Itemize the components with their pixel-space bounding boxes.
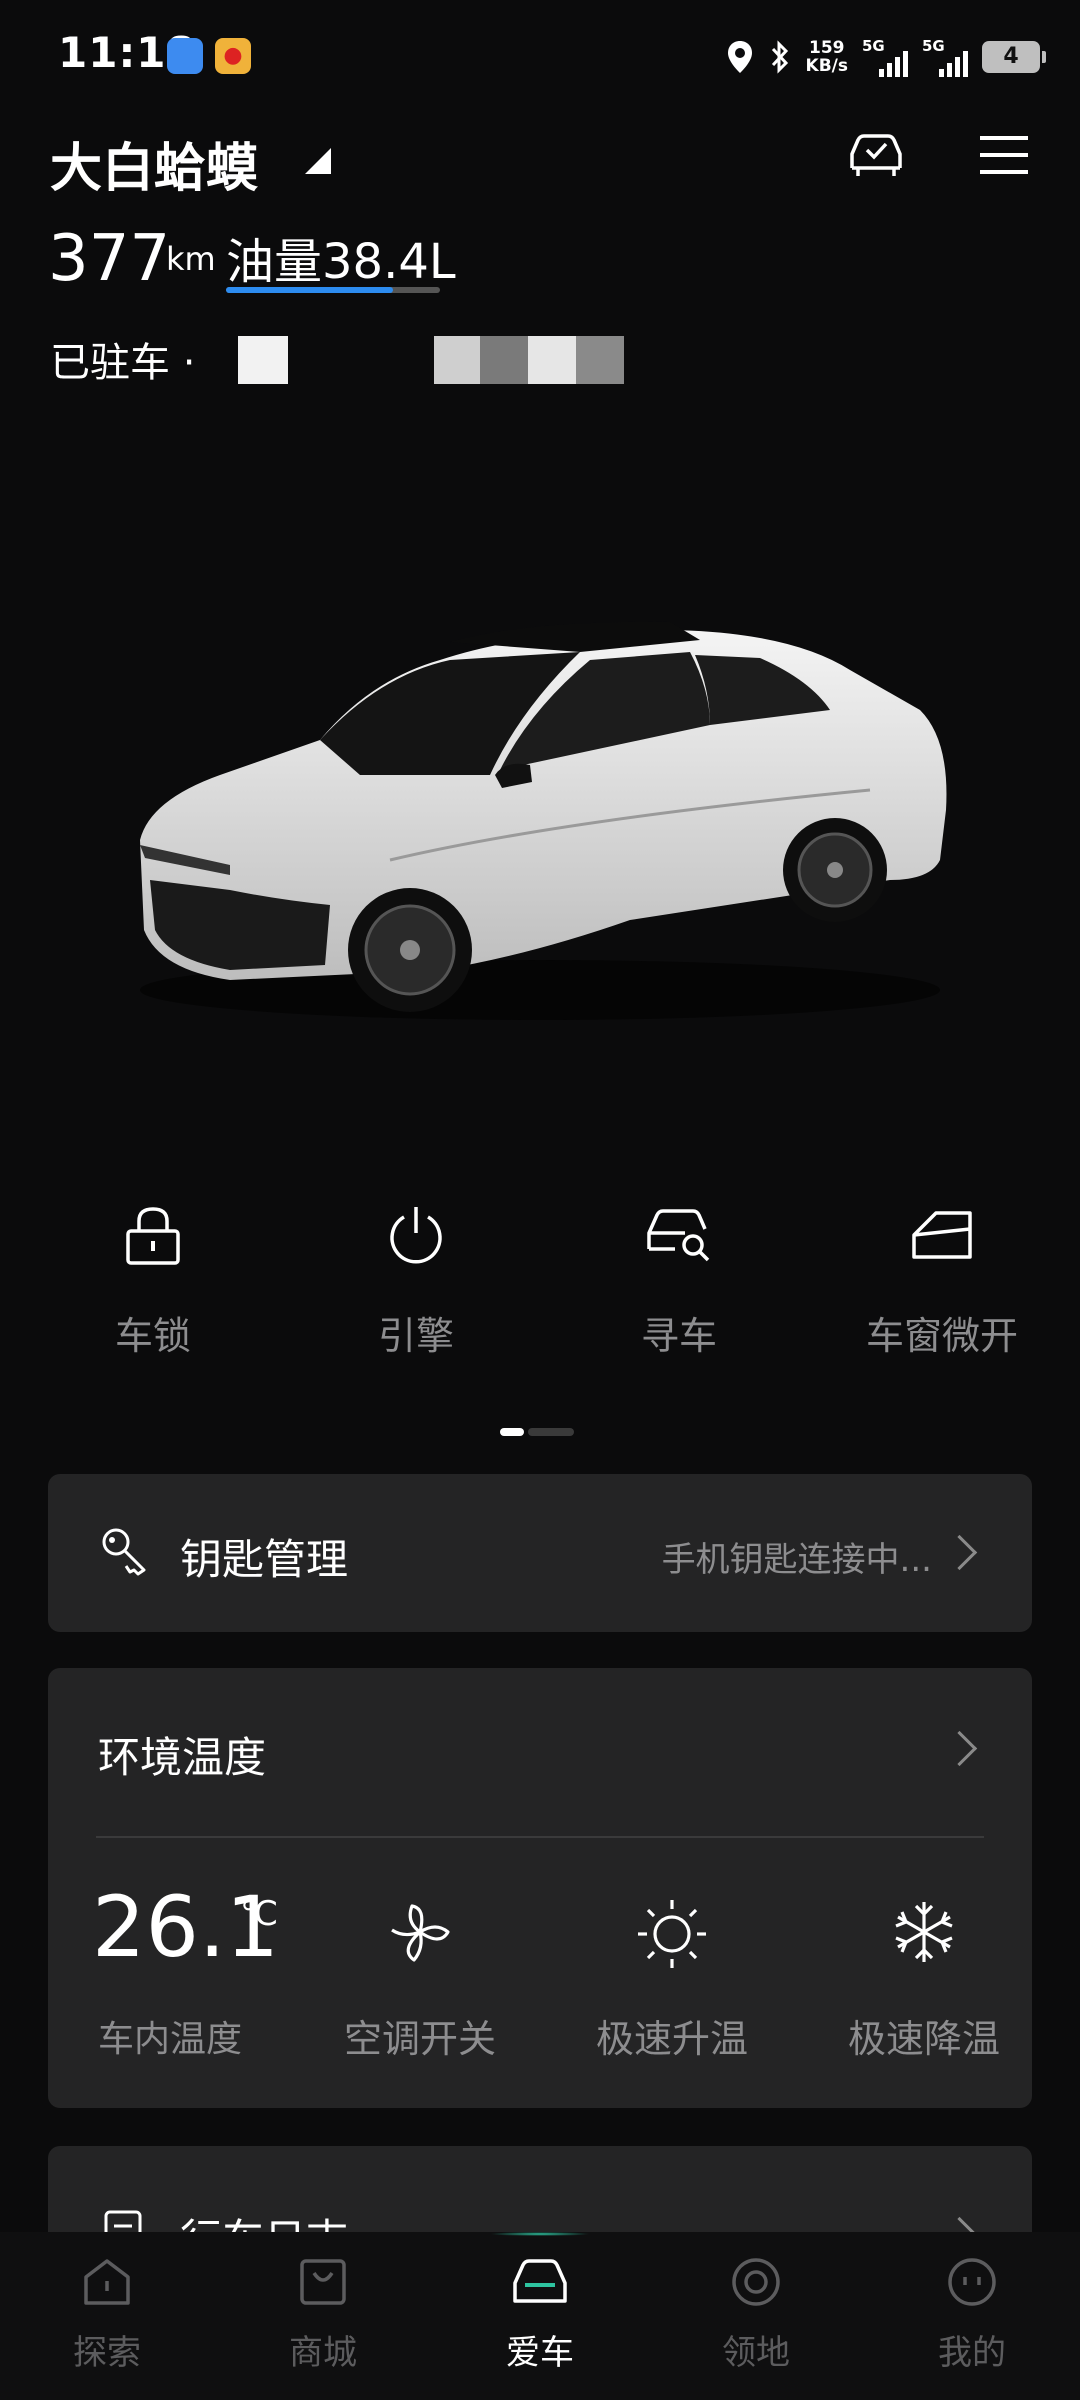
redacted-location bbox=[480, 336, 528, 384]
car-image bbox=[140, 621, 947, 1020]
key-icon bbox=[102, 1528, 146, 1576]
window-icon bbox=[912, 1211, 972, 1259]
action-label: 引擎 bbox=[377, 1314, 454, 1358]
temp-unit: ℃ bbox=[240, 1894, 279, 1934]
page-indicator bbox=[500, 1428, 574, 1436]
power-icon bbox=[390, 1207, 442, 1264]
active-glow bbox=[490, 2232, 590, 2236]
explore-icon bbox=[84, 2259, 130, 2305]
bluetooth-icon bbox=[771, 40, 788, 74]
signal-1: 5G bbox=[862, 37, 908, 77]
lock-icon bbox=[126, 1207, 180, 1265]
signal-bars-icon bbox=[939, 51, 968, 77]
weibo-icon: ● bbox=[215, 38, 251, 74]
range-value: 377 bbox=[48, 222, 171, 296]
profile-icon bbox=[948, 2258, 996, 2306]
signal-2: 5G bbox=[922, 37, 968, 77]
action-lock[interactable]: 车锁 bbox=[53, 1195, 253, 1360]
nav-explore[interactable]: 探索 bbox=[32, 2255, 182, 2374]
quick-heat[interactable] bbox=[572, 1898, 772, 1974]
shop-icon bbox=[300, 2259, 346, 2305]
quick-cool-label: 极速降温 bbox=[847, 2017, 1000, 2061]
action-engine[interactable]: 引擎 bbox=[316, 1195, 516, 1360]
menu-icon[interactable] bbox=[980, 134, 1028, 176]
signal-bars-icon bbox=[879, 51, 908, 77]
notification-app-icon bbox=[167, 38, 203, 74]
fan-icon bbox=[391, 1904, 450, 1962]
network-speed: 159 KB/s bbox=[806, 39, 848, 75]
key-management-card[interactable]: 钥匙管理 手机钥匙连接中... bbox=[48, 1474, 1032, 1632]
sun-icon bbox=[638, 1900, 706, 1968]
quick-cool[interactable] bbox=[824, 1898, 1024, 1970]
action-label: 车窗微开 bbox=[865, 1314, 1018, 1358]
ac-toggle[interactable] bbox=[320, 1898, 520, 1970]
redacted-location bbox=[288, 336, 434, 384]
redacted-location bbox=[238, 336, 288, 384]
battery-indicator: 4 bbox=[982, 41, 1046, 73]
chevron-right-icon[interactable] bbox=[941, 1730, 978, 1767]
car-icon bbox=[513, 2259, 567, 2303]
action-label: 车锁 bbox=[114, 1314, 191, 1358]
nav-label: 领地 bbox=[722, 2333, 790, 2373]
divider bbox=[96, 1836, 984, 1838]
action-label: 寻车 bbox=[640, 1314, 717, 1358]
environment-temperature-card: 环境温度 26.1 ℃ 车内温度 空调开关 极速升温 极速降温 bbox=[48, 1668, 1032, 2108]
action-window-vent[interactable]: 车窗微开 bbox=[842, 1195, 1042, 1360]
territory-icon bbox=[732, 2258, 780, 2306]
nav-territory[interactable]: 领地 bbox=[681, 2255, 831, 2374]
nav-label: 我的 bbox=[938, 2333, 1006, 2373]
location-icon bbox=[727, 41, 752, 73]
speed-unit: KB/s bbox=[805, 56, 848, 76]
page-dot bbox=[528, 1428, 574, 1436]
interior-temp-label: 车内温度 bbox=[98, 2019, 243, 2060]
nav-label: 商城 bbox=[289, 2333, 357, 2373]
key-connection-status: 手机钥匙连接中... bbox=[661, 1540, 932, 1580]
page-dot-active bbox=[500, 1428, 524, 1436]
redacted-location bbox=[434, 336, 480, 384]
park-status: 已驻车 · bbox=[50, 340, 196, 386]
key-card-title: 钥匙管理 bbox=[180, 1535, 349, 1584]
chevron-right-icon bbox=[941, 1534, 978, 1571]
nav-label: 爱车 bbox=[506, 2333, 574, 2373]
car-search-icon bbox=[647, 1209, 710, 1262]
vehicle-check-icon[interactable] bbox=[846, 128, 906, 184]
speed-value: 159 bbox=[809, 38, 845, 58]
nav-my-car[interactable]: 爱车 bbox=[465, 2255, 615, 2374]
nav-profile[interactable]: 我的 bbox=[897, 2255, 1047, 2374]
range-unit: km bbox=[166, 240, 216, 278]
fuel-bar-fill bbox=[226, 287, 393, 293]
nav-label: 探索 bbox=[73, 2333, 141, 2373]
action-find-car[interactable]: 寻车 bbox=[579, 1195, 779, 1360]
car-name[interactable]: 大白蛤蟆 bbox=[50, 126, 258, 201]
nav-shop[interactable]: 商城 bbox=[248, 2255, 398, 2374]
redacted-location bbox=[528, 336, 576, 384]
quick-heat-label: 极速升温 bbox=[595, 2017, 748, 2061]
car-select-caret-icon[interactable] bbox=[305, 148, 331, 174]
env-card-title[interactable]: 环境温度 bbox=[98, 1724, 266, 1785]
redacted-location bbox=[576, 336, 624, 384]
snowflake-icon bbox=[895, 1902, 953, 1962]
fuel-level-label: 油量38.4L bbox=[226, 234, 456, 290]
ac-toggle-label: 空调开关 bbox=[343, 2017, 496, 2061]
status-indicators: 159 KB/s 5G 5G 4 bbox=[726, 30, 1046, 84]
